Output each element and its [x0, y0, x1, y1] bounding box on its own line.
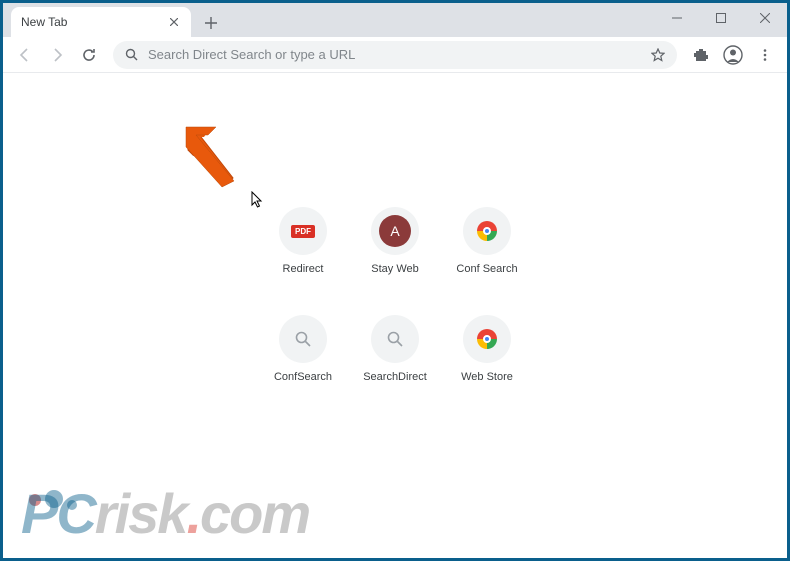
watermark-pc: PC [21, 482, 95, 545]
back-button[interactable] [11, 41, 39, 69]
shortcut-label: Redirect [283, 263, 324, 275]
reload-button[interactable] [75, 41, 103, 69]
avatar-icon: A [371, 207, 419, 255]
new-tab-page: PDF Redirect A Stay Web Conf Search Conf… [3, 73, 787, 558]
window-close-button[interactable] [743, 3, 787, 33]
menu-icon[interactable] [751, 41, 779, 69]
omnibox-placeholder: Search Direct Search or type a URL [148, 47, 641, 62]
tab-new-tab[interactable]: New Tab [11, 7, 191, 37]
shortcut-label: Stay Web [371, 263, 419, 275]
close-icon[interactable] [167, 15, 181, 29]
shortcut-confsearch[interactable]: ConfSearch [258, 311, 348, 401]
shortcut-searchdirect[interactable]: SearchDirect [350, 311, 440, 401]
shortcut-redirect[interactable]: PDF Redirect [258, 203, 348, 293]
profile-icon[interactable] [719, 41, 747, 69]
watermark-com: com [200, 482, 309, 545]
chrome-icon [463, 315, 511, 363]
watermark-dot: . [186, 482, 200, 545]
watermark-risk: risk [95, 482, 187, 545]
forward-button[interactable] [43, 41, 71, 69]
shortcuts-grid: PDF Redirect A Stay Web Conf Search Conf… [258, 203, 532, 401]
chrome-icon [463, 207, 511, 255]
window-controls [655, 3, 787, 33]
extensions-icon[interactable] [687, 41, 715, 69]
shortcut-stay-web[interactable]: A Stay Web [350, 203, 440, 293]
shortcut-label: ConfSearch [274, 371, 332, 383]
search-icon [279, 315, 327, 363]
shortcut-label: Conf Search [456, 263, 517, 275]
shortcut-conf-search[interactable]: Conf Search [442, 203, 532, 293]
tab-strip: New Tab [3, 3, 787, 37]
shortcut-web-store[interactable]: Web Store [442, 311, 532, 401]
pdf-icon: PDF [279, 207, 327, 255]
watermark: PCrisk.com [21, 481, 309, 546]
search-icon [371, 315, 419, 363]
omnibox[interactable]: Search Direct Search or type a URL [113, 41, 677, 69]
maximize-button[interactable] [699, 3, 743, 33]
shortcut-label: Web Store [461, 371, 513, 383]
toolbar: Search Direct Search or type a URL [3, 37, 787, 73]
tab-title: New Tab [21, 15, 167, 29]
new-tab-button[interactable] [197, 9, 225, 37]
bookmark-star-icon[interactable] [651, 48, 665, 62]
arrow-annotation [178, 123, 258, 198]
search-icon [125, 48, 138, 61]
minimize-button[interactable] [655, 3, 699, 33]
shortcut-label: SearchDirect [363, 371, 427, 383]
